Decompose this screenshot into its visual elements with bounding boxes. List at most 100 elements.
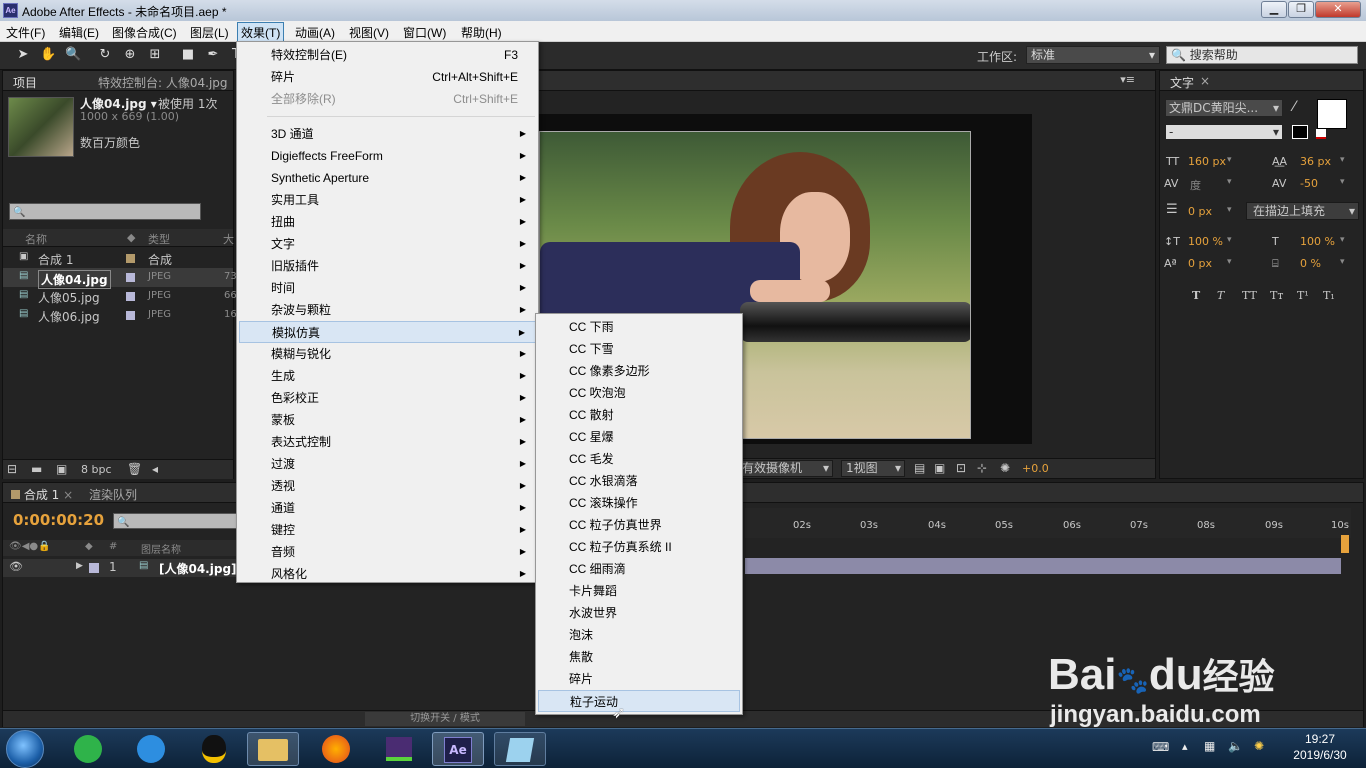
simulation-menu-item[interactable]: 焦散 <box>538 646 740 668</box>
camera-tool-icon[interactable]: ⊕ <box>122 47 138 63</box>
project-item-row[interactable]: ▤ 人像04.jpg JPEG 73 <box>3 268 237 289</box>
work-area-end-handle[interactable] <box>1341 535 1349 553</box>
simulation-menu-item[interactable]: CC 星爆 <box>538 426 740 448</box>
col-name[interactable]: 名称 <box>25 231 47 247</box>
hand-tool-icon[interactable]: ✋ <box>40 47 56 63</box>
faux-italic-button[interactable]: T <box>1217 289 1224 302</box>
simulation-menu-item[interactable]: CC 像素多边形 <box>538 360 740 382</box>
col-layer-name[interactable]: 图层名称 <box>141 541 181 556</box>
all-caps-button[interactable]: TT <box>1242 289 1257 302</box>
pan-behind-tool-icon[interactable]: ⊞ <box>147 47 163 63</box>
flowchart-icon[interactable]: ⊹ <box>977 461 987 475</box>
effects-menu-item[interactable]: 3D 通道 ▶ <box>239 123 536 145</box>
stroke-mode-select[interactable]: 在描边上填充 ▾ <box>1246 202 1359 220</box>
tray-chevron-icon[interactable]: ▴ <box>1182 740 1188 753</box>
col-size[interactable]: 大 <box>223 231 234 247</box>
vertical-scale-value[interactable]: 100 % <box>1188 235 1223 248</box>
scroll-left-icon[interactable]: ◂ <box>152 462 158 476</box>
chevron-down-icon[interactable]: ▾ <box>1227 235 1232 245</box>
keyboard-icon[interactable]: ⌨ <box>1152 740 1169 754</box>
simulation-menu-item[interactable]: CC 滚珠操作 <box>538 492 740 514</box>
chevron-down-icon[interactable]: ▾ <box>1340 155 1345 165</box>
effects-menu-item[interactable]: 音频 ▶ <box>239 541 536 563</box>
visibility-eye-icon[interactable]: 👁 <box>9 560 23 573</box>
menu-window[interactable]: 窗口(W) <box>403 24 446 41</box>
effects-menu-item[interactable]: 通道 ▶ <box>239 497 536 519</box>
folder-icon[interactable]: ▬ <box>31 462 42 476</box>
rotate-tool-icon[interactable]: ↻ <box>97 47 113 63</box>
chevron-down-icon[interactable]: ▾ <box>1340 177 1345 187</box>
tab-render-queue[interactable]: 渲染队列 <box>89 486 137 503</box>
effects-menu-item[interactable]: 碎片 Ctrl+Alt+Shift+E <box>239 66 536 88</box>
simulation-menu-item[interactable]: 碎片 <box>538 668 740 690</box>
simulation-menu-item[interactable]: CC 吹泡泡 <box>538 382 740 404</box>
maximize-button[interactable]: ❐ <box>1288 1 1314 18</box>
col-type[interactable]: 类型 <box>148 231 170 247</box>
effects-menu-item[interactable]: 透视 ▶ <box>239 475 536 497</box>
region-icon[interactable]: ⊡ <box>956 461 966 475</box>
project-item-row[interactable]: ▤ 人像06.jpg JPEG 16 <box>3 306 237 325</box>
eyedropper-icon[interactable]: ⁄ <box>1293 99 1295 115</box>
simulation-menu-item[interactable]: 粒子运动 <box>538 690 740 712</box>
volume-icon[interactable]: 🔈 <box>1228 739 1243 753</box>
exposure-icon[interactable]: ✺ <box>1000 461 1010 475</box>
close-icon[interactable]: × <box>63 488 73 502</box>
menu-effects[interactable]: 效果(T) <box>237 22 285 43</box>
network-icon[interactable]: ▦ <box>1204 739 1215 753</box>
expand-triangle-icon[interactable]: ▶ <box>76 561 83 571</box>
simulation-menu-item[interactable]: 水波世界 <box>538 602 740 624</box>
simulation-menu-item[interactable]: CC 下雪 <box>538 338 740 360</box>
taskbar-clock[interactable]: 19:27 2019/6/30 <box>1290 731 1350 763</box>
effects-menu-item[interactable]: 表达式控制 ▶ <box>239 431 536 453</box>
tracking-value[interactable]: -50 <box>1300 177 1318 190</box>
chevron-down-icon[interactable]: ▾ <box>1340 235 1345 245</box>
project-item-row[interactable]: ▤ 人像05.jpg JPEG 66 <box>3 287 237 306</box>
faux-bold-button[interactable]: T <box>1192 289 1200 302</box>
leading-value[interactable]: 36 px <box>1300 155 1331 168</box>
taskbar-explorer-icon[interactable] <box>247 732 299 766</box>
baseline-shift-value[interactable]: 0 px <box>1188 257 1212 270</box>
panel-menu-icon[interactable]: ▾≡ <box>1120 73 1135 86</box>
project-search-input[interactable]: 🔍 <box>9 203 201 220</box>
layer-row[interactable]: 👁 ▶ 1 ▤ [人像04.jpg] <box>3 559 237 577</box>
close-icon[interactable]: × <box>1200 74 1210 88</box>
effects-menu-item[interactable]: 生成 ▶ <box>239 365 536 387</box>
menu-composition[interactable]: 图像合成(C) <box>112 24 177 41</box>
effects-menu-item[interactable]: 杂波与颗粒 ▶ <box>239 299 536 321</box>
menu-edit[interactable]: 编辑(E) <box>59 24 99 41</box>
project-item-row[interactable]: ▣ 合成 1 合成 <box>3 249 233 268</box>
taskbar-firefox-icon[interactable] <box>310 732 362 766</box>
layer-duration-bar[interactable] <box>745 558 1341 574</box>
workspace-select[interactable]: 标准 ▾ <box>1026 46 1160 64</box>
minimize-button[interactable]: ▁ <box>1261 1 1287 18</box>
stroke-color-swatch[interactable] <box>1292 125 1308 139</box>
taskbar-after-effects-icon[interactable]: Ae <box>432 732 484 766</box>
zoom-tool-icon[interactable]: 🔍 <box>65 47 81 63</box>
timeline-search-input[interactable]: 🔍 <box>113 513 237 529</box>
font-family-select[interactable]: 文鼎DC黄阳尖... ▾ <box>1165 99 1283 117</box>
new-composition-icon[interactable]: ▣ <box>56 462 67 476</box>
simulation-menu-item[interactable]: CC 下雨 <box>538 316 740 338</box>
effects-menu-item[interactable]: 蒙板 ▶ <box>239 409 536 431</box>
taskbar-notepad-icon[interactable] <box>494 732 546 766</box>
taskbar-qq-icon[interactable] <box>188 732 240 766</box>
subscript-button[interactable]: T₁ <box>1323 289 1335 302</box>
search-help-input[interactable]: 🔍 搜索帮助 <box>1166 46 1358 64</box>
simulation-menu-item[interactable]: CC 毛发 <box>538 448 740 470</box>
simulation-menu-item[interactable]: 泡沫 <box>538 624 740 646</box>
rectangle-tool-icon[interactable]: ■ <box>180 47 196 63</box>
effects-menu-item[interactable]: 模糊与锐化 ▶ <box>239 343 536 365</box>
tab-project[interactable]: 项目 <box>13 74 37 91</box>
stroke-width-value[interactable]: 0 px <box>1188 205 1212 218</box>
simulation-menu-item[interactable]: CC 水银滴落 <box>538 470 740 492</box>
effects-menu-item[interactable]: 全部移除(R) Ctrl+Shift+E <box>239 88 536 110</box>
simulation-menu-item[interactable]: CC 细雨滴 <box>538 558 740 580</box>
horizontal-scale-value[interactable]: 100 % <box>1300 235 1335 248</box>
menu-layer[interactable]: 图层(L) <box>190 24 229 41</box>
simulation-menu-item[interactable]: 卡片舞蹈 <box>538 580 740 602</box>
chevron-down-icon[interactable]: ▾ <box>1227 155 1232 165</box>
effects-menu-item[interactable]: Digieffects FreeForm ▶ <box>239 145 536 167</box>
taskbar-player-icon[interactable] <box>125 732 177 766</box>
effects-menu-item[interactable]: 色彩校正 ▶ <box>239 387 536 409</box>
simulation-menu-item[interactable]: CC 粒子仿真世界 <box>538 514 740 536</box>
